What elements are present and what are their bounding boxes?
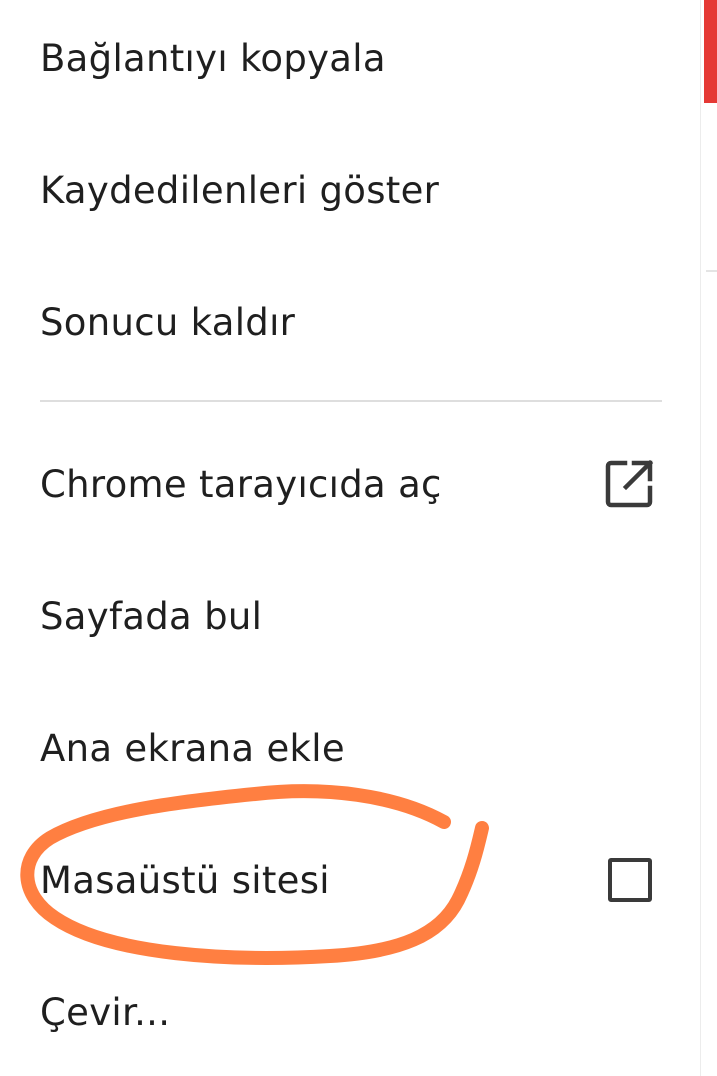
menu-divider [40, 400, 662, 402]
overflow-menu: Bağlantıyı kopyala Kaydedilenleri göster… [0, 0, 700, 1076]
background-page-edge [700, 0, 717, 1076]
menu-item-add-to-home-screen[interactable]: Ana ekrana ekle [40, 712, 662, 784]
menu-item-label: Ana ekrana ekle [40, 726, 345, 770]
menu-item-label: Kaydedilenleri göster [40, 168, 440, 212]
desktop-site-checkbox[interactable] [604, 854, 656, 906]
page-accent-bar [704, 0, 717, 103]
menu-item-open-in-chrome[interactable]: Chrome tarayıcıda aç [40, 448, 662, 520]
menu-item-label: Sayfada bul [40, 594, 263, 638]
menu-item-copy-link[interactable]: Bağlantıyı kopyala [40, 22, 662, 94]
menu-item-find-in-page[interactable]: Sayfada bul [40, 580, 662, 652]
menu-item-label: Chrome tarayıcıda aç [40, 462, 442, 506]
menu-item-label: Çevir... [40, 990, 171, 1034]
menu-item-label: Bağlantıyı kopyala [40, 36, 386, 80]
menu-item-show-saved[interactable]: Kaydedilenleri göster [40, 154, 662, 226]
open-in-new-icon [604, 458, 656, 510]
menu-item-remove-result[interactable]: Sonucu kaldır [40, 286, 662, 358]
page-edge-divider [706, 270, 717, 272]
menu-item-label: Sonucu kaldır [40, 300, 296, 344]
menu-item-desktop-site[interactable]: Masaüstü sitesi [40, 844, 662, 916]
checkbox-unchecked-icon [608, 858, 652, 902]
menu-item-label: Masaüstü sitesi [40, 858, 330, 902]
menu-item-translate[interactable]: Çevir... [40, 976, 662, 1048]
